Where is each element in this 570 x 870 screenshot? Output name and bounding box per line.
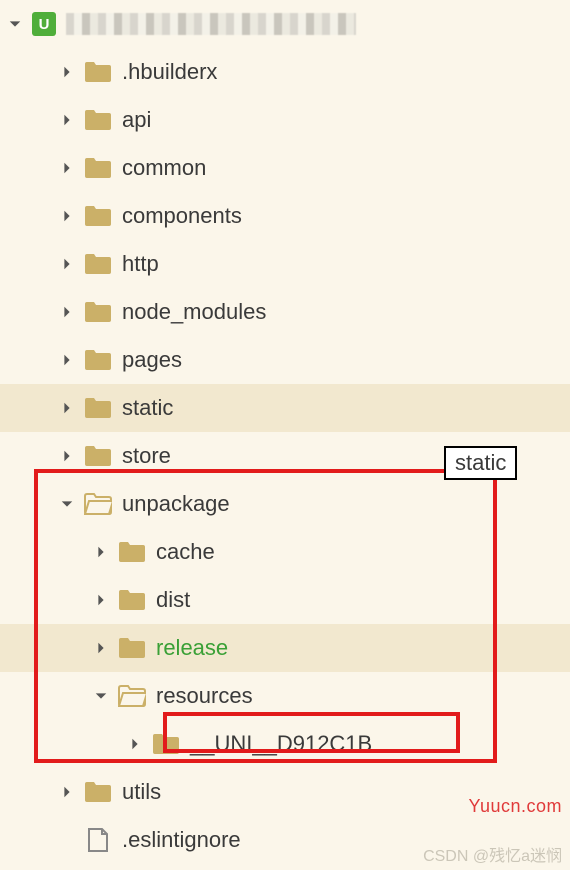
tree-label: __UNI__D912C1B xyxy=(190,731,372,757)
tree-row-unpackage[interactable]: unpackage xyxy=(0,480,570,528)
tree-label: node_modules xyxy=(122,299,266,325)
chevron-right-icon[interactable] xyxy=(58,111,76,129)
folder-icon xyxy=(84,778,112,806)
tree-row-cache[interactable]: cache xyxy=(0,528,570,576)
chevron-right-icon[interactable] xyxy=(92,639,110,657)
tree-label: store xyxy=(122,443,171,469)
tree-label: .eslintignore xyxy=(122,827,241,853)
chevron-down-icon[interactable] xyxy=(6,15,24,33)
folder-icon xyxy=(118,586,146,614)
folder-open-icon xyxy=(84,490,112,518)
chevron-right-icon[interactable] xyxy=(92,591,110,609)
chevron-right-icon[interactable] xyxy=(58,447,76,465)
tree-row-common[interactable]: common xyxy=(0,144,570,192)
chevron-right-icon[interactable] xyxy=(58,159,76,177)
tree-label: unpackage xyxy=(122,491,230,517)
tree-label: api xyxy=(122,107,151,133)
project-icon: U xyxy=(32,12,56,36)
folder-icon xyxy=(84,106,112,134)
folder-icon xyxy=(84,394,112,422)
tree-label: pages xyxy=(122,347,182,373)
tree-row-components[interactable]: components xyxy=(0,192,570,240)
watermark-yuucn: Yuucn.com xyxy=(468,796,562,817)
chevron-right-icon[interactable] xyxy=(58,255,76,273)
folder-icon xyxy=(84,154,112,182)
file-tree: U .hbuilderx api common components http node_… xyxy=(0,0,570,864)
folder-icon xyxy=(84,202,112,230)
project-root-row[interactable]: U xyxy=(0,0,570,48)
project-name-obscured xyxy=(66,13,356,35)
chevron-right-icon[interactable] xyxy=(58,63,76,81)
tree-label: cache xyxy=(156,539,215,565)
tree-label: utils xyxy=(122,779,161,805)
chevron-down-icon[interactable] xyxy=(92,687,110,705)
tree-label: common xyxy=(122,155,206,181)
tree-row-nodemodules[interactable]: node_modules xyxy=(0,288,570,336)
tree-row-hbuilderx[interactable]: .hbuilderx xyxy=(0,48,570,96)
chevron-right-icon[interactable] xyxy=(58,399,76,417)
tree-row-release[interactable]: release xyxy=(0,624,570,672)
watermark-csdn: CSDN @残忆a迷悯 xyxy=(423,842,562,866)
tree-row-resources[interactable]: resources xyxy=(0,672,570,720)
folder-icon xyxy=(84,442,112,470)
chevron-right-icon[interactable] xyxy=(92,543,110,561)
folder-icon xyxy=(118,538,146,566)
tree-label: release xyxy=(156,635,228,661)
folder-icon xyxy=(118,634,146,662)
tree-row-dist[interactable]: dist xyxy=(0,576,570,624)
chevron-none xyxy=(58,831,76,849)
file-icon xyxy=(84,826,112,854)
tree-row-pages[interactable]: pages xyxy=(0,336,570,384)
chevron-down-icon[interactable] xyxy=(58,495,76,513)
tree-row-static[interactable]: static xyxy=(0,384,570,432)
tree-row-unid912c1b[interactable]: __UNI__D912C1B xyxy=(0,720,570,768)
chevron-right-icon[interactable] xyxy=(58,351,76,369)
chevron-right-icon[interactable] xyxy=(58,783,76,801)
tooltip: static xyxy=(444,446,517,480)
tree-row-http[interactable]: http xyxy=(0,240,570,288)
folder-icon xyxy=(152,730,180,758)
chevron-right-icon[interactable] xyxy=(58,207,76,225)
folder-open-icon xyxy=(118,682,146,710)
tree-row-api[interactable]: api xyxy=(0,96,570,144)
tree-label: .hbuilderx xyxy=(122,59,217,85)
folder-icon xyxy=(84,58,112,86)
tree-label: http xyxy=(122,251,159,277)
chevron-right-icon[interactable] xyxy=(126,735,144,753)
tree-label: static xyxy=(122,395,173,421)
tree-label: resources xyxy=(156,683,253,709)
chevron-right-icon[interactable] xyxy=(58,303,76,321)
folder-icon xyxy=(84,298,112,326)
folder-icon xyxy=(84,250,112,278)
tree-label: dist xyxy=(156,587,190,613)
tree-label: components xyxy=(122,203,242,229)
folder-icon xyxy=(84,346,112,374)
